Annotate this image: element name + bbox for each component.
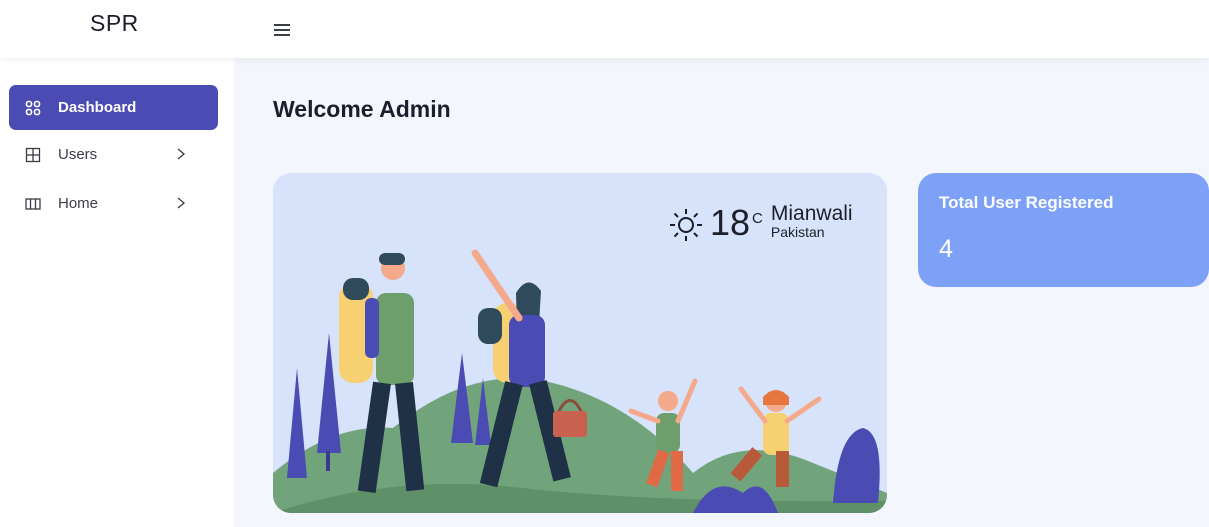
sidebar-item-label: Users	[58, 146, 98, 163]
columns-icon	[24, 195, 42, 213]
page-title: Welcome Admin	[273, 96, 451, 122]
temperature-unit: C	[752, 210, 763, 227]
total-users-card[interactable]: Total User Registered 4	[918, 173, 1209, 287]
stat-value: 4	[939, 235, 953, 263]
weather-country: Pakistan	[770, 224, 825, 240]
sidebar-item-home[interactable]: Home	[9, 181, 218, 226]
sidebar-item-dashboard[interactable]: Dashboard	[9, 85, 218, 130]
sun-icon	[670, 209, 702, 241]
sidebar-item-label: Home	[58, 195, 99, 212]
weather-card: 18 C Mianwali Pakistan	[273, 173, 887, 513]
menu-toggle-icon[interactable]	[274, 24, 290, 38]
table-icon	[24, 146, 42, 164]
top-navbar: SPR	[0, 0, 1209, 58]
stat-label: Total User Registered	[939, 193, 1114, 212]
weather-widget: 18 C Mianwali Pakistan	[668, 203, 853, 243]
sidebar: Dashboard Users Home	[0, 58, 234, 527]
temperature-value: 18	[710, 202, 751, 243]
weather-location: Mianwali Pakistan	[770, 202, 853, 240]
grid-four-icon	[24, 99, 42, 117]
brand-logo[interactable]: SPR	[90, 10, 139, 37]
chevron-right-icon	[174, 195, 188, 211]
chevron-right-icon	[174, 146, 188, 162]
sidebar-item-label: Dashboard	[58, 99, 137, 116]
weather-city: Mianwali	[770, 202, 853, 225]
sidebar-item-users[interactable]: Users	[9, 132, 218, 177]
